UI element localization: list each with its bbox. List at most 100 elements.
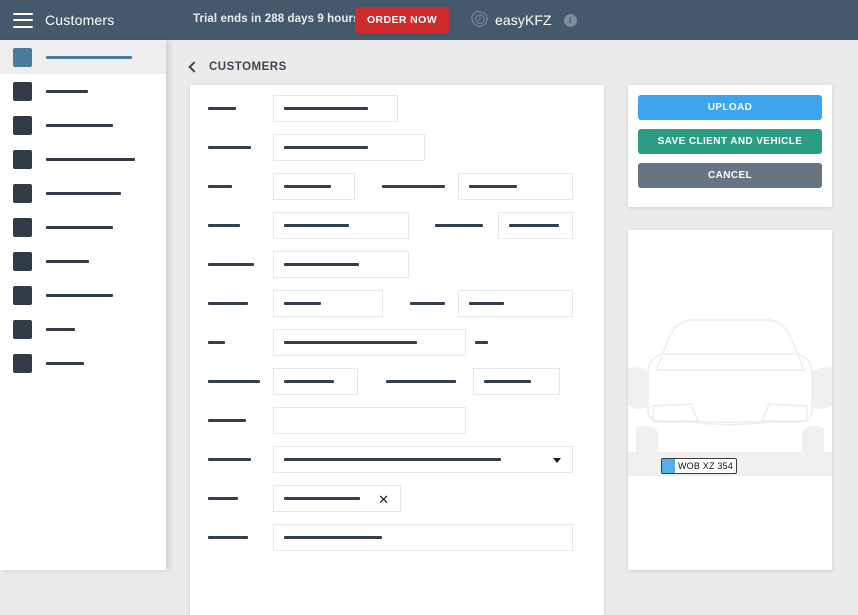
sidebar-item-label: [46, 55, 132, 59]
sidebar-item-3[interactable]: [0, 142, 166, 176]
text-input-3-2[interactable]: [498, 212, 573, 239]
menu-item-icon: [13, 353, 32, 373]
text-input-6-0[interactable]: [273, 329, 466, 356]
text-input-2-0[interactable]: [273, 173, 355, 200]
license-plate: WOB XZ 354: [661, 458, 737, 474]
text-input-1-0[interactable]: [273, 134, 425, 161]
info-icon[interactable]: i: [563, 13, 577, 27]
field-label: [208, 341, 225, 344]
text-input-4-0[interactable]: [273, 251, 409, 278]
field-label: [208, 302, 248, 305]
menu-item-icon: [13, 319, 32, 339]
sidebar-item-label: [46, 89, 88, 93]
sidebar-item-label: [46, 293, 113, 297]
sidebar-item-label: [46, 259, 89, 263]
text-input-7-2[interactable]: [473, 368, 560, 395]
field-sublabel: [382, 185, 445, 188]
form-row-1: [190, 134, 604, 161]
text-input-7-0[interactable]: [273, 368, 358, 395]
form-row-6: [190, 329, 604, 356]
sidebar: [0, 40, 166, 570]
gear-wrench-logo-icon: [470, 10, 489, 28]
text-input-5-0[interactable]: [273, 290, 383, 317]
field-label: [208, 146, 251, 149]
form-row-9: [190, 446, 604, 473]
sidebar-item-label: [46, 157, 135, 161]
sidebar-item-label: [46, 327, 75, 331]
sidebar-item-8[interactable]: [0, 312, 166, 346]
input-value: [284, 107, 368, 110]
field-sublabel: [475, 341, 488, 344]
form-row-4: [190, 251, 604, 278]
field-label: [208, 224, 240, 227]
menu-item-icon: [13, 81, 32, 101]
sidebar-item-4[interactable]: [0, 176, 166, 210]
clear-icon[interactable]: ✕: [378, 491, 389, 508]
save-client-and-vehicle-button[interactable]: SAVE CLIENT AND VEHICLE: [638, 129, 822, 154]
text-input-0-0[interactable]: [273, 95, 398, 122]
sidebar-item-7[interactable]: [0, 278, 166, 312]
menu-item-icon: [13, 149, 32, 169]
input-value: [284, 497, 360, 500]
input-value: [284, 302, 321, 305]
sidebar-item-6[interactable]: [0, 244, 166, 278]
text-input-11-0[interactable]: [273, 524, 573, 551]
top-bar: Customers Trial ends in 288 days 9 hours…: [0, 0, 858, 40]
sidebar-item-1[interactable]: [0, 74, 166, 108]
sidebar-item-0[interactable]: [0, 40, 166, 74]
field-sublabel: [386, 380, 456, 383]
form-row-10: ✕: [190, 485, 604, 512]
text-input-5-2[interactable]: [458, 290, 573, 317]
menu-item-icon: [13, 217, 32, 237]
input-value: [284, 380, 334, 383]
sidebar-item-label: [46, 361, 84, 365]
sidebar-item-label: [46, 225, 113, 229]
clearable-text-input-10[interactable]: ✕: [273, 485, 401, 512]
input-value: [509, 224, 559, 227]
select-input-9[interactable]: [273, 446, 573, 473]
form-row-2: [190, 173, 604, 200]
input-value: [284, 263, 359, 266]
upload-button[interactable]: UPLOAD: [638, 95, 822, 120]
field-label: [208, 380, 260, 383]
breadcrumb[interactable]: CUSTOMERS: [188, 61, 287, 73]
input-value: [284, 146, 368, 149]
vehicle-preview-card: WOB XZ 354: [628, 230, 832, 570]
field-label: [208, 107, 236, 110]
plate-eu-band-icon: [662, 459, 675, 473]
sidebar-item-2[interactable]: [0, 108, 166, 142]
form-row-7: [190, 368, 604, 395]
input-value: [469, 185, 517, 188]
menu-item-icon: [13, 47, 32, 67]
sidebar-item-9[interactable]: [0, 346, 166, 380]
sidebar-item-5[interactable]: [0, 210, 166, 244]
license-plate-text: WOB XZ 354: [677, 461, 733, 471]
sidebar-item-label: [46, 123, 113, 127]
main-content: CUSTOMERS ✕ UPLOAD SAVE CLIENT AND VEHICL…: [166, 40, 858, 615]
page-title: Customers: [45, 12, 115, 28]
menu-item-icon: [13, 115, 32, 135]
brand-logo-text: easyKFZ: [495, 12, 552, 28]
action-panel: UPLOAD SAVE CLIENT AND VEHICLE CANCEL: [628, 85, 832, 207]
field-label: [208, 419, 246, 422]
breadcrumb-label: CUSTOMERS: [209, 61, 287, 73]
trial-status-text: Trial ends in 288 days 9 hours: [193, 13, 360, 25]
customer-form-card: ✕: [190, 85, 604, 615]
form-row-11: [190, 524, 604, 551]
text-input-2-2[interactable]: [458, 173, 573, 200]
hamburger-icon[interactable]: [13, 12, 33, 28]
text-input-8-0[interactable]: [273, 407, 466, 434]
chevron-down-icon[interactable]: [553, 458, 561, 463]
input-value: [284, 224, 349, 227]
text-input-3-0[interactable]: [273, 212, 409, 239]
input-value: [284, 341, 417, 344]
field-sublabel: [410, 302, 445, 305]
input-value: [284, 536, 382, 539]
cancel-button[interactable]: CANCEL: [638, 163, 822, 188]
field-label: [208, 458, 251, 461]
order-now-button[interactable]: ORDER NOW: [355, 7, 449, 33]
input-value: [284, 458, 501, 461]
menu-item-icon: [13, 285, 32, 305]
field-label: [208, 185, 232, 188]
chevron-left-icon[interactable]: [188, 61, 200, 73]
